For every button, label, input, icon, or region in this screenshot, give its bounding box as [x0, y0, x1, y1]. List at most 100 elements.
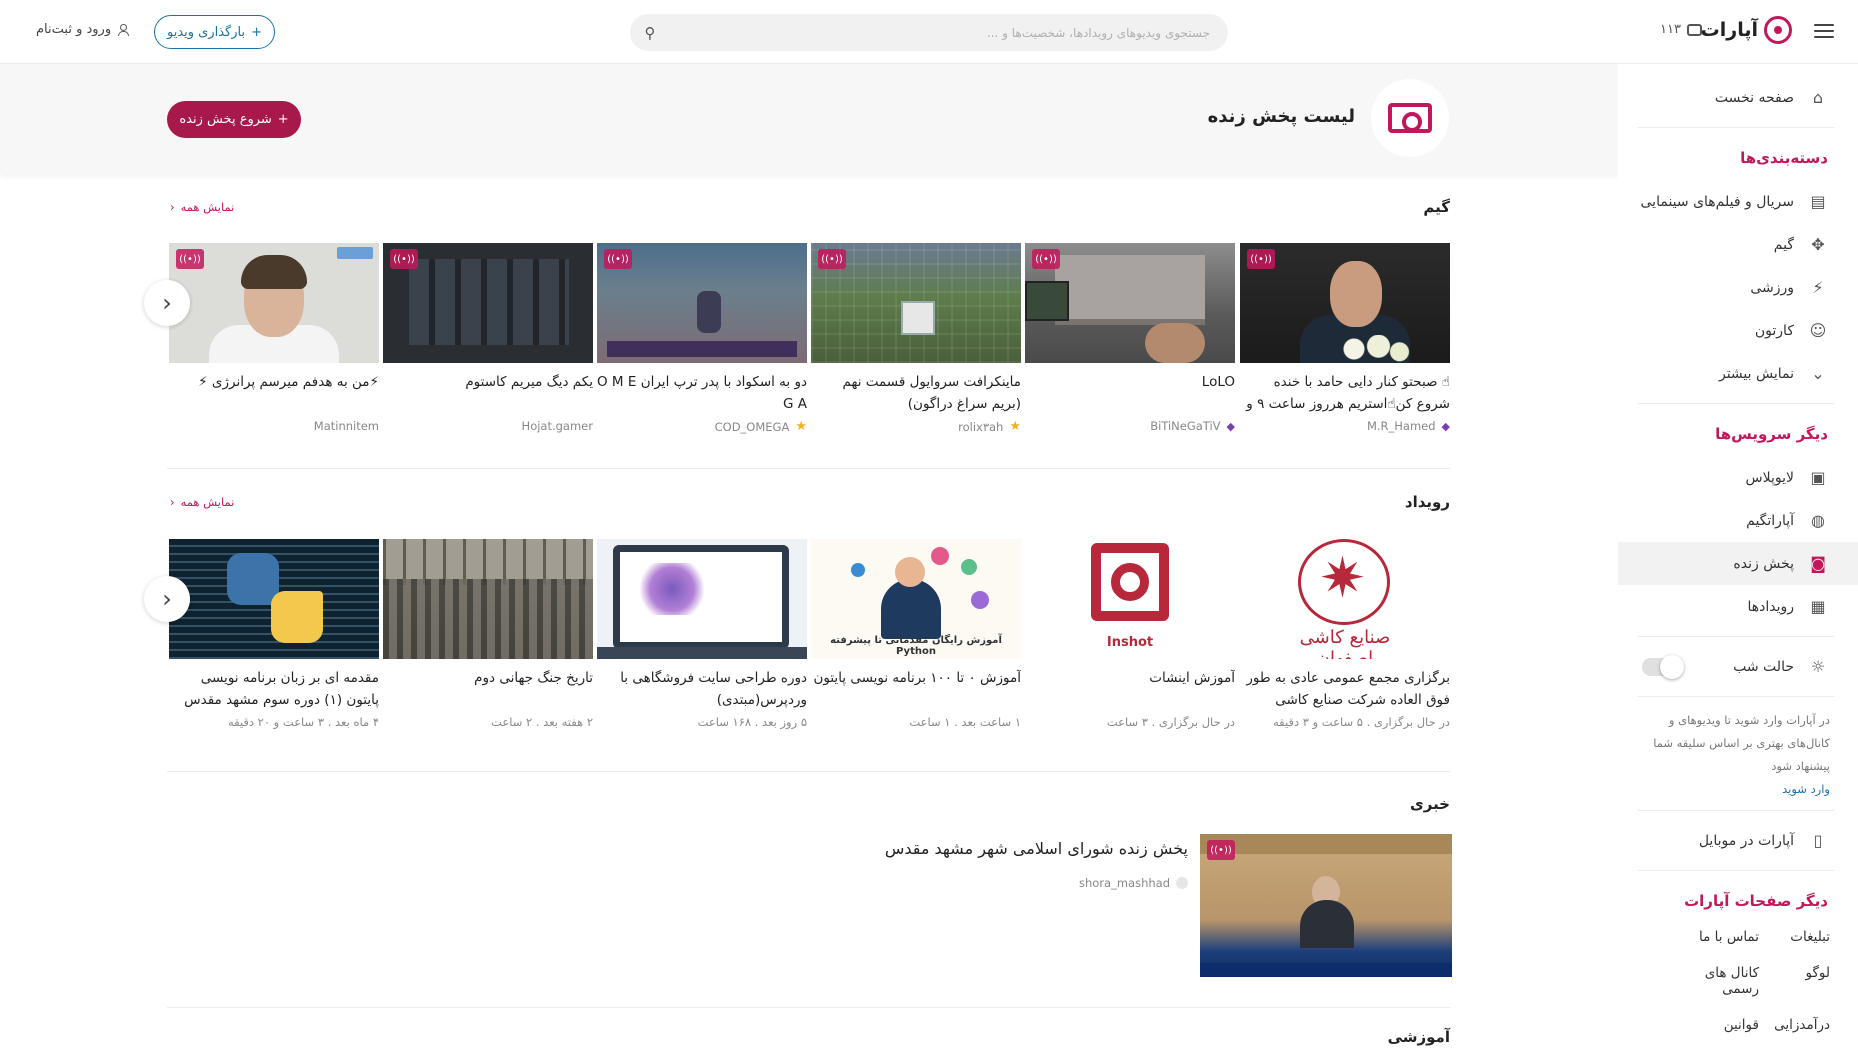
card-channel[interactable]: Matinnitem: [169, 419, 379, 433]
event-thumbnail[interactable]: [169, 539, 379, 659]
section-title-event: رویداد: [1404, 493, 1450, 511]
live-count[interactable]: ۱۱۳: [1660, 22, 1702, 37]
page-title: لیست پخش زنده: [1207, 106, 1355, 127]
footer-link-logo[interactable]: لوگو: [1759, 965, 1831, 997]
divider: [1638, 636, 1834, 637]
carousel-next-button[interactable]: ‹: [144, 280, 190, 326]
sidebar-item-sports[interactable]: ⚡ ورزشی: [1618, 266, 1858, 309]
hamburger-menu-icon[interactable]: [1812, 20, 1836, 44]
night-mode-toggle[interactable]: [1642, 654, 1684, 679]
start-live-button[interactable]: + شروع پخش زنده: [167, 101, 301, 138]
event-card[interactable]: دوره طراحی سایت فروشگاهی با وردپرس(مبتدی…: [597, 539, 807, 729]
footer-link-contact[interactable]: تماس با ما: [1688, 929, 1759, 945]
event-card[interactable]: آموزش رایگان مقدماتی تا پیشرفته Python آ…: [811, 539, 1021, 729]
sidebar-item-label: آپارات در موبایل: [1698, 832, 1794, 849]
login-button[interactable]: ورود و ثبت‌نام: [36, 22, 130, 37]
card-channel[interactable]: ★ rolix۳ah: [811, 419, 1021, 434]
sidebar-item-label: پخش زنده: [1733, 555, 1794, 572]
sidebar-item-label: آپاراتگیم: [1746, 512, 1794, 529]
carousel-next-button[interactable]: ‹: [144, 576, 190, 622]
live-card[interactable]: ((•)) LoLO ◆ BiTiNeGaTiV: [1025, 243, 1235, 433]
top-bar: آپارات ۱۱۳ ⚲ + بارگذاری ویدیو ورود و ثبت…: [0, 0, 1858, 64]
thumbnail-caption: آموزش رایگان مقدماتی تا پیشرفته Python: [830, 635, 1002, 657]
card-title[interactable]: تاریخ جنگ جهانی دوم: [383, 667, 593, 711]
thumbnail-caption: Inshot: [1106, 635, 1154, 650]
live-count-icon: [1687, 23, 1702, 36]
video-thumbnail[interactable]: ((•)): [811, 243, 1021, 363]
event-thumbnail[interactable]: صنایع کاشی اصفهان: [1240, 539, 1450, 659]
event-card[interactable]: تاریخ جنگ جهانی دوم ۲ هفته بعد . ۲ ساعت: [383, 539, 593, 729]
sidebar-login-link[interactable]: وارد شوید: [1618, 778, 1858, 796]
aparat-logo[interactable]: آپارات: [1701, 16, 1792, 44]
card-title[interactable]: دو به اسکواد با پدر ترپ ایران O M E G A: [597, 371, 807, 415]
aparat-logo-icon: [1764, 16, 1792, 44]
card-title[interactable]: آموزش اینشات: [1025, 667, 1235, 711]
video-thumbnail[interactable]: ((•)): [597, 243, 807, 363]
news-video-thumbnail[interactable]: ((•)): [1200, 834, 1452, 977]
star-icon: ★: [795, 419, 807, 434]
sidebar-item-aparatgame[interactable]: ◍ آپاراتگیم: [1618, 499, 1858, 542]
other-pages-heading: دیگر صفحات آپارات: [1684, 892, 1828, 910]
footer-link-rules[interactable]: قوانین: [1688, 1017, 1759, 1033]
event-card[interactable]: صنایع کاشی اصفهان برگزاری مجمع عمومی عاد…: [1240, 539, 1450, 729]
sidebar-item-cartoon[interactable]: ☺ کارتون: [1618, 309, 1858, 352]
card-channel[interactable]: ◆ M.R_Hamed: [1240, 419, 1450, 433]
footer-link-monetization[interactable]: درآمدزایی: [1759, 1017, 1830, 1033]
plus-icon: +: [277, 112, 289, 127]
sidebar-item-game[interactable]: ✥ گیم: [1618, 223, 1858, 266]
sidebar-item-series-films[interactable]: ▤ سریال و فیلم‌های سینمایی: [1618, 180, 1858, 223]
search-input[interactable]: [670, 14, 1228, 51]
card-title[interactable]: ماینکرافت سروایول قسمت نهم (بریم سراغ در…: [811, 371, 1021, 415]
footer-link-ads[interactable]: تبلیغات: [1759, 929, 1830, 945]
live-badge-icon: ((•)): [1247, 249, 1275, 269]
user-icon: [117, 24, 130, 36]
sidebar-item-events[interactable]: ▦ رویدادها: [1618, 585, 1858, 628]
event-thumbnail[interactable]: [597, 539, 807, 659]
running-icon: ⚡: [1812, 278, 1824, 297]
search-icon[interactable]: ⚲: [630, 14, 670, 51]
card-channel[interactable]: Hojat.gamer: [383, 419, 593, 433]
card-title[interactable]: ☝ صبحتو کنار دایی حامد با خنده شروع کن☝ا…: [1240, 371, 1450, 415]
live-card[interactable]: ((•)) ماینکرافت سروایول قسمت نهم (بریم س…: [811, 243, 1021, 434]
start-live-label: شروع پخش زنده: [179, 112, 272, 127]
video-thumbnail[interactable]: ((•)): [383, 243, 593, 363]
see-all-game-link[interactable]: نمایش همه ‹: [170, 200, 234, 214]
footer-link-official-channels[interactable]: کانال های رسمی: [1688, 965, 1759, 997]
event-thumbnail[interactable]: آموزش رایگان مقدماتی تا پیشرفته Python: [811, 539, 1021, 659]
chevron-left-icon: ‹: [162, 289, 172, 317]
news-card-title[interactable]: پخش زنده شورای اسلامی شهر مشهد مقدس: [885, 839, 1188, 858]
sidebar-item-label: صفحه نخست: [1714, 89, 1794, 106]
card-title[interactable]: LoLO: [1025, 371, 1235, 415]
video-thumbnail[interactable]: ((•)): [1240, 243, 1450, 363]
card-title[interactable]: ⚡من به هدفم میرسم پرانرژی ⚡: [169, 371, 379, 415]
live-card[interactable]: ((•)) دو به اسکواد با پدر ترپ ایران O M …: [597, 243, 807, 434]
see-all-label: نمایش همه: [180, 495, 235, 509]
live-card[interactable]: ((•)) ⚡من به هدفم میرسم پرانرژی ⚡ Matinn…: [169, 243, 379, 433]
live-card[interactable]: ((•)) ☝ صبحتو کنار دایی حامد با خنده شرو…: [1240, 243, 1450, 433]
sidebar-item-show-more[interactable]: ⌄ نمایش بیشتر: [1618, 352, 1858, 395]
upload-video-button[interactable]: + بارگذاری ویدیو: [154, 15, 275, 49]
card-title[interactable]: یکم دیگ میریم کاستوم: [383, 371, 593, 415]
video-thumbnail[interactable]: ((•)): [1025, 243, 1235, 363]
channel-name: BiTiNeGaTiV: [1150, 419, 1221, 433]
sidebar-item-mobile[interactable]: ▯ آپارات در موبایل: [1618, 819, 1858, 862]
event-thumbnail[interactable]: Inshot: [1025, 539, 1235, 659]
sidebar-item-live[interactable]: ◙ پخش زنده: [1618, 542, 1858, 585]
card-title[interactable]: برگزاری مجمع عمومی عادی به طور فوق العاد…: [1240, 667, 1450, 711]
sidebar-item-liveplus[interactable]: ▣ لایوپلاس: [1618, 456, 1858, 499]
sidebar-item-label: گیم: [1773, 236, 1794, 253]
event-card[interactable]: Inshot آموزش اینشات در حال برگزاری . ۳ س…: [1025, 539, 1235, 729]
news-card-channel[interactable]: shora_mashhad: [1079, 876, 1188, 890]
live-card[interactable]: ((•)) یکم دیگ میریم کاستوم Hojat.gamer: [383, 243, 593, 433]
card-title[interactable]: آموزش ۰ تا ۱۰۰ برنامه نویسی پایتون: [811, 667, 1021, 711]
card-title[interactable]: مقدمه ای بر زبان برنامه نویسی پایتون (۱)…: [169, 667, 379, 711]
card-channel[interactable]: ★ COD_OMEGA: [597, 419, 807, 434]
video-thumbnail[interactable]: ((•)): [169, 243, 379, 363]
see-all-event-link[interactable]: نمایش همه ‹: [170, 495, 234, 509]
event-card[interactable]: مقدمه ای بر زبان برنامه نویسی پایتون (۱)…: [169, 539, 379, 729]
section-title-education: آموزشی: [1387, 1028, 1450, 1046]
sidebar-item-home[interactable]: ⌂ صفحه نخست: [1618, 76, 1858, 119]
card-channel[interactable]: ◆ BiTiNeGaTiV: [1025, 419, 1235, 433]
event-thumbnail[interactable]: [383, 539, 593, 659]
card-title[interactable]: دوره طراحی سایت فروشگاهی با وردپرس(مبتدی…: [597, 667, 807, 711]
